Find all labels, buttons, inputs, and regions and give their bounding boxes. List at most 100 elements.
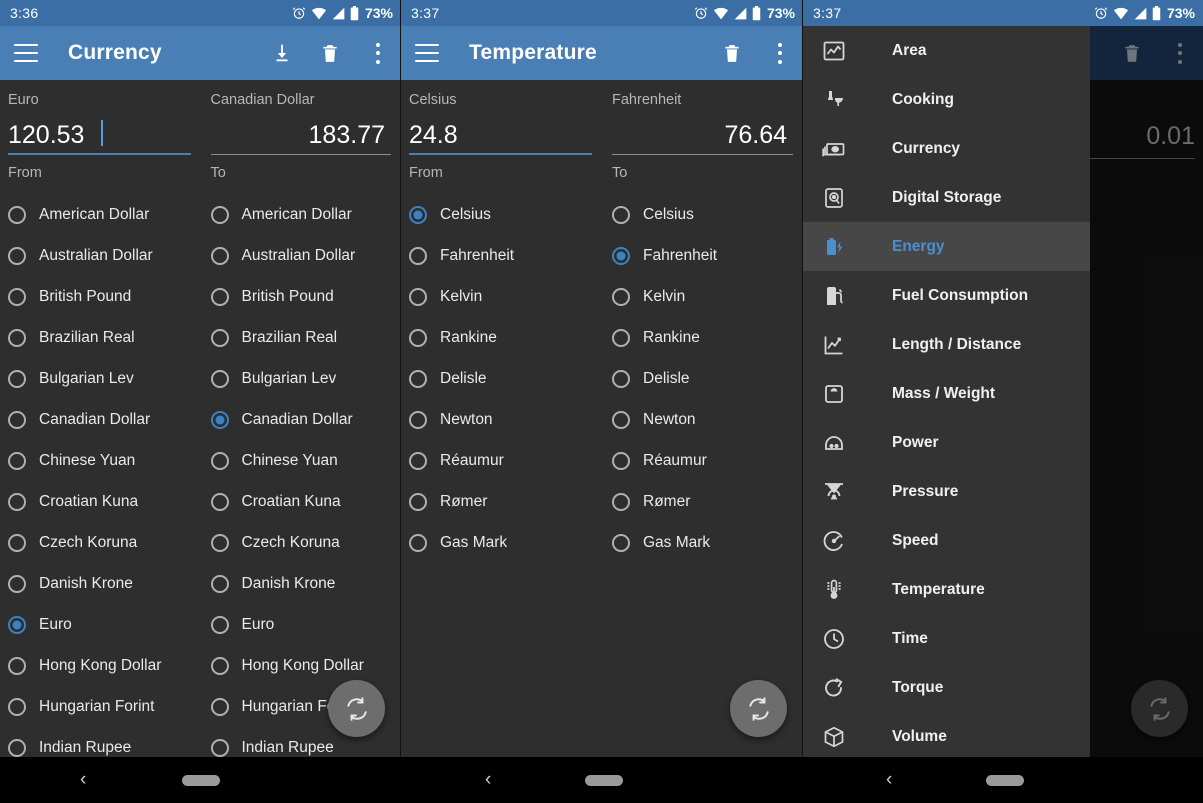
radio-row[interactable]: Canadian Dollar: [211, 399, 402, 440]
radio-button[interactable]: [409, 493, 427, 511]
radio-button[interactable]: [211, 370, 229, 388]
drawer-item-temperature[interactable]: Temperature: [803, 565, 1090, 614]
radio-row[interactable]: Newton: [612, 399, 803, 440]
radio-row[interactable]: Bulgarian Lev: [8, 358, 201, 399]
hamburger-icon[interactable]: [14, 44, 38, 62]
radio-button[interactable]: [8, 493, 26, 511]
radio-button[interactable]: [409, 452, 427, 470]
overflow-menu-icon[interactable]: [767, 40, 793, 66]
radio-button-selected[interactable]: [211, 411, 229, 429]
radio-row[interactable]: Danish Krone: [8, 563, 201, 604]
radio-button[interactable]: [8, 452, 26, 470]
radio-row[interactable]: Croatian Kuna: [8, 481, 201, 522]
radio-button[interactable]: [612, 493, 630, 511]
drawer-item-length-distance[interactable]: Length / Distance: [803, 320, 1090, 369]
radio-button[interactable]: [8, 206, 26, 224]
radio-button[interactable]: [409, 534, 427, 552]
drawer-item-fuel-consumption[interactable]: Fuel Consumption: [803, 271, 1090, 320]
nav-back-button[interactable]: ‹: [886, 769, 892, 791]
drawer-item-area[interactable]: Area: [803, 26, 1090, 75]
radio-button[interactable]: [409, 411, 427, 429]
drawer-item-volume[interactable]: Volume: [803, 712, 1090, 757]
overflow-menu-icon[interactable]: [365, 40, 391, 66]
radio-row[interactable]: Celsius: [409, 194, 602, 235]
radio-row[interactable]: Brazilian Real: [8, 317, 201, 358]
radio-row[interactable]: Newton: [409, 399, 602, 440]
radio-button[interactable]: [8, 329, 26, 347]
radio-row[interactable]: Czech Koruna: [8, 522, 201, 563]
radio-button[interactable]: [211, 493, 229, 511]
drawer-item-power[interactable]: Power: [803, 418, 1090, 467]
radio-button[interactable]: [8, 370, 26, 388]
radio-row[interactable]: Bulgarian Lev: [211, 358, 402, 399]
swap-units-fab[interactable]: [1131, 680, 1188, 737]
radio-row[interactable]: Rankine: [409, 317, 602, 358]
drawer-item-currency[interactable]: Currency: [803, 124, 1090, 173]
radio-button[interactable]: [211, 329, 229, 347]
radio-button[interactable]: [612, 206, 630, 224]
radio-row[interactable]: Brazilian Real: [211, 317, 402, 358]
radio-row[interactable]: Fahrenheit: [409, 235, 602, 276]
radio-button[interactable]: [612, 288, 630, 306]
radio-row[interactable]: Indian Rupee: [8, 727, 201, 757]
drawer-item-torque[interactable]: Torque: [803, 663, 1090, 712]
radio-row[interactable]: Gas Mark: [409, 522, 602, 563]
radio-button[interactable]: [211, 739, 229, 757]
drawer-item-digital-storage[interactable]: Digital Storage: [803, 173, 1090, 222]
radio-button[interactable]: [612, 452, 630, 470]
radio-button[interactable]: [612, 329, 630, 347]
radio-row[interactable]: Delisle: [409, 358, 602, 399]
trash-icon[interactable]: [317, 40, 343, 66]
nav-back-button[interactable]: ‹: [80, 769, 86, 791]
radio-button-selected[interactable]: [409, 206, 427, 224]
radio-button-selected[interactable]: [8, 616, 26, 634]
nav-home-pill[interactable]: [585, 775, 623, 786]
radio-button[interactable]: [409, 329, 427, 347]
radio-row[interactable]: Gas Mark: [612, 522, 803, 563]
radio-button[interactable]: [211, 575, 229, 593]
radio-row[interactable]: American Dollar: [211, 194, 402, 235]
swap-units-fab[interactable]: [328, 680, 385, 737]
radio-button[interactable]: [612, 411, 630, 429]
radio-row[interactable]: Kelvin: [409, 276, 602, 317]
radio-button[interactable]: [211, 452, 229, 470]
radio-row[interactable]: Hong Kong Dollar: [211, 645, 402, 686]
radio-row[interactable]: British Pound: [211, 276, 402, 317]
hamburger-icon[interactable]: [415, 44, 439, 62]
drawer-item-speed[interactable]: Speed: [803, 516, 1090, 565]
radio-row[interactable]: Delisle: [612, 358, 803, 399]
swap-units-fab[interactable]: [730, 680, 787, 737]
radio-button[interactable]: [8, 247, 26, 265]
radio-row[interactable]: Danish Krone: [211, 563, 402, 604]
radio-button[interactable]: [211, 616, 229, 634]
from-value-input[interactable]: 24.8: [409, 120, 592, 150]
radio-button[interactable]: [8, 534, 26, 552]
radio-button[interactable]: [8, 575, 26, 593]
radio-button[interactable]: [211, 657, 229, 675]
radio-row[interactable]: Réaumur: [409, 440, 602, 481]
drawer-item-pressure[interactable]: Pressure: [803, 467, 1090, 516]
radio-button[interactable]: [211, 247, 229, 265]
download-icon[interactable]: [269, 40, 295, 66]
radio-row[interactable]: Rømer: [612, 481, 803, 522]
radio-button[interactable]: [211, 698, 229, 716]
radio-row[interactable]: Kelvin: [612, 276, 803, 317]
radio-row[interactable]: Fahrenheit: [612, 235, 803, 276]
radio-row[interactable]: Celsius: [612, 194, 803, 235]
nav-home-pill[interactable]: [182, 775, 220, 786]
radio-row[interactable]: Euro: [211, 604, 402, 645]
drawer-item-mass-weight[interactable]: Mass / Weight: [803, 369, 1090, 418]
radio-button-selected[interactable]: [612, 247, 630, 265]
radio-button[interactable]: [211, 206, 229, 224]
radio-row[interactable]: Australian Dollar: [211, 235, 402, 276]
radio-row[interactable]: Hong Kong Dollar: [8, 645, 201, 686]
radio-row[interactable]: Australian Dollar: [8, 235, 201, 276]
nav-back-button[interactable]: ‹: [485, 769, 491, 791]
radio-button[interactable]: [8, 657, 26, 675]
radio-row[interactable]: Canadian Dollar: [8, 399, 201, 440]
radio-row[interactable]: American Dollar: [8, 194, 201, 235]
radio-button[interactable]: [409, 247, 427, 265]
radio-row[interactable]: Croatian Kuna: [211, 481, 402, 522]
radio-button[interactable]: [612, 534, 630, 552]
radio-button[interactable]: [612, 370, 630, 388]
